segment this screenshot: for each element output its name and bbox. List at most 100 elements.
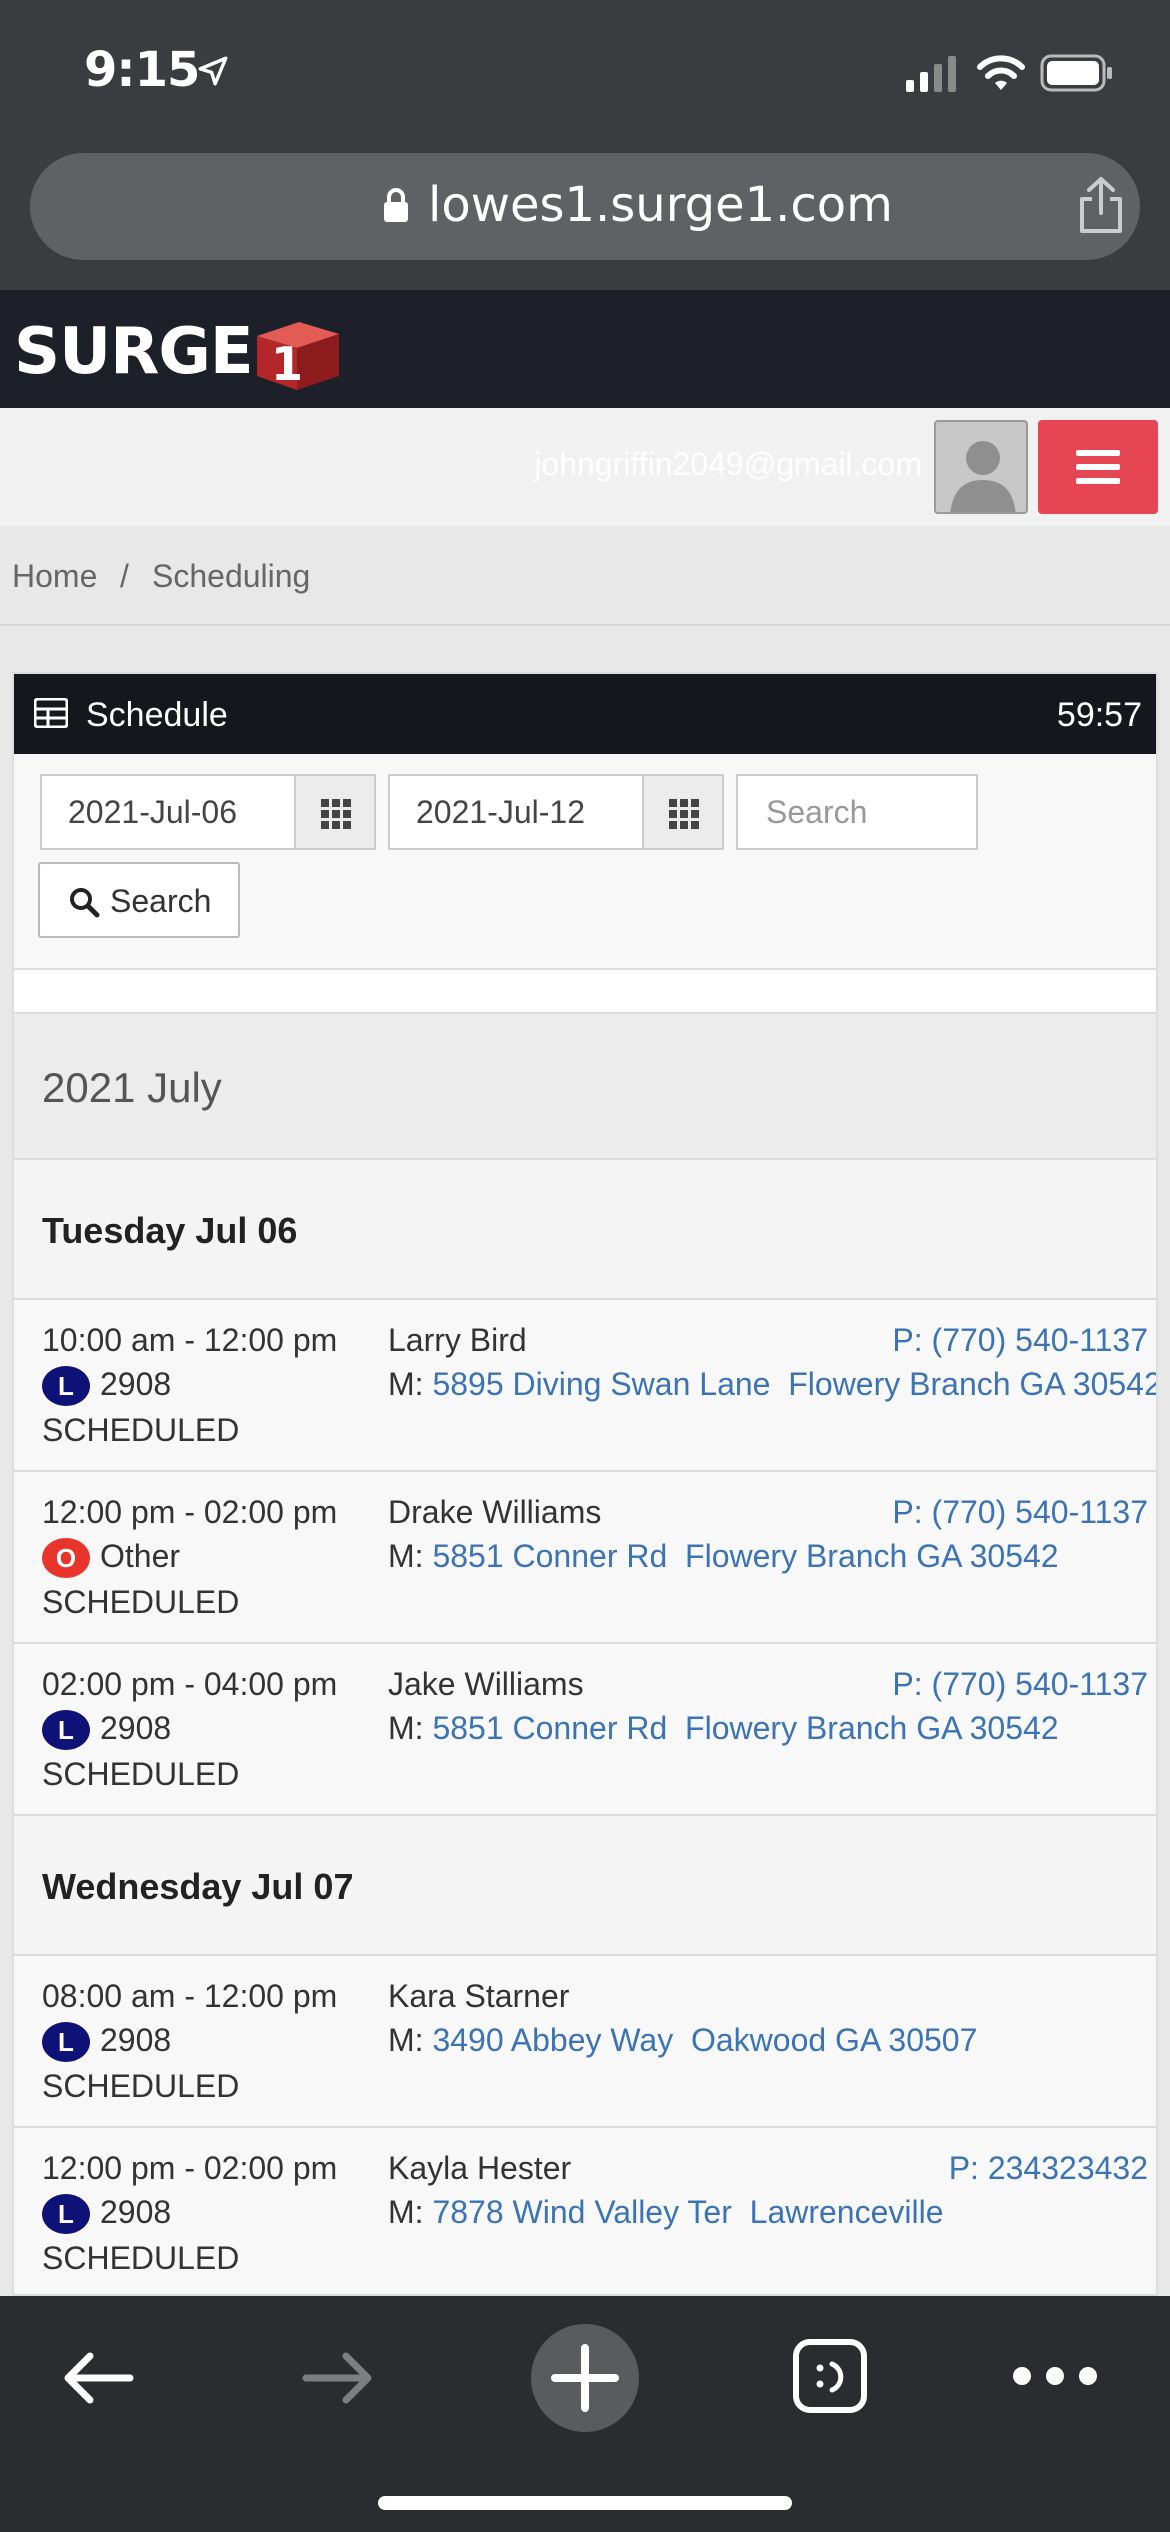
- share-icon[interactable]: [1074, 175, 1128, 235]
- appointment-time: 10:00 am - 12:00 pm: [42, 1322, 338, 1358]
- lock-icon: [384, 188, 408, 222]
- customer-address: M: 7878 Wind Valley Ter Lawrenceville: [388, 2194, 944, 2231]
- url-text: lowes1.surge1.com: [428, 177, 893, 233]
- browser-toolbar: [0, 2296, 1170, 2532]
- store-type-badge: L: [42, 1710, 90, 1750]
- city-link[interactable]: Oakwood GA 30507: [691, 2022, 977, 2058]
- city-link[interactable]: Flowery Branch GA 30542: [685, 1538, 1059, 1574]
- calendar-grid-icon: [321, 799, 351, 829]
- customer-phone-link[interactable]: P: (770) 540-1137: [892, 1494, 1148, 1531]
- day-header: Wednesday Jul 07: [14, 1816, 1156, 1956]
- customer-name: Larry Bird: [388, 1322, 527, 1358]
- end-date-picker-button[interactable]: [642, 774, 724, 850]
- appointment-time: 08:00 am - 12:00 pm: [42, 1978, 338, 2014]
- cell-signal-icon: [906, 56, 956, 92]
- street-link[interactable]: 5895 Diving Swan Lane: [432, 1366, 770, 1402]
- customer-phone-link[interactable]: P: (770) 540-1137: [892, 1322, 1148, 1359]
- grid-icon: [34, 698, 68, 728]
- calendar-grid-icon: [669, 799, 699, 829]
- logo-cube-icon: 1: [256, 322, 339, 391]
- address-prefix: M:: [388, 2194, 424, 2230]
- start-date-picker-button[interactable]: [294, 774, 376, 850]
- city-link[interactable]: Lawrenceville: [750, 2194, 944, 2230]
- breadcrumb-separator: /: [120, 558, 129, 594]
- street-link[interactable]: 3490 Abbey Way: [432, 2022, 673, 2058]
- breadcrumb-home[interactable]: Home: [12, 558, 97, 595]
- day-header: Tuesday Jul 06: [14, 1160, 1156, 1300]
- store-label: Other: [100, 1538, 181, 1574]
- search-input[interactable]: Search: [736, 774, 978, 850]
- customer-name: Jake Williams: [388, 1666, 584, 1702]
- appointment-row[interactable]: 10:00 am - 12:00 pm L 2908 SCHEDULED Lar…: [14, 1300, 1156, 1472]
- appointment-time: 12:00 pm - 02:00 pm: [42, 1494, 338, 1530]
- month-label: 2021 July: [42, 1064, 222, 1111]
- panel-header: Schedule 59:57: [14, 674, 1156, 754]
- logo-text: SURGE: [14, 315, 254, 389]
- appointment-status: SCHEDULED: [42, 1756, 240, 1792]
- appointment-time: 12:00 pm - 02:00 pm: [42, 2150, 338, 2186]
- more-options-icon[interactable]: [1010, 2358, 1100, 2394]
- address-prefix: M:: [388, 1538, 424, 1574]
- search-icon: [70, 888, 100, 918]
- customer-address: M: 3490 Abbey Way Oakwood GA 30507: [388, 2022, 977, 2059]
- new-tab-button[interactable]: [531, 2324, 639, 2432]
- start-date-input[interactable]: 2021-Jul-06: [40, 774, 296, 850]
- address-prefix: M:: [388, 1710, 424, 1746]
- appointment-status: SCHEDULED: [42, 2240, 240, 2276]
- appointment-row[interactable]: 12:00 pm - 02:00 pm O Other SCHEDULED Dr…: [14, 1472, 1156, 1644]
- wifi-icon: [977, 55, 1025, 90]
- store-type-badge: O: [42, 1538, 90, 1578]
- customer-name: Drake Williams: [388, 1494, 602, 1530]
- customer-address: M: 5851 Conner Rd Flowery Branch GA 3054…: [388, 1710, 1059, 1747]
- panel-title: Schedule: [86, 696, 228, 734]
- store-label: 2908: [100, 1710, 172, 1746]
- breadcrumb-current: Scheduling: [152, 558, 311, 594]
- location-arrow-icon: [198, 56, 228, 86]
- street-link[interactable]: 7878 Wind Valley Ter: [432, 2194, 731, 2230]
- appointment-row[interactable]: 12:00 pm - 02:00 pm L 2908 SCHEDULED Kay…: [14, 2128, 1156, 2294]
- session-timer: 59:57: [1056, 696, 1142, 734]
- appointment-time: 02:00 pm - 04:00 pm: [42, 1666, 338, 1702]
- store-type-badge: L: [42, 2194, 90, 2234]
- user-silhouette-icon: [950, 441, 1016, 512]
- forward-arrow-icon[interactable]: [296, 2336, 380, 2420]
- end-date-input[interactable]: 2021-Jul-12: [388, 774, 644, 850]
- user-email: johngriffin2049@gmail.com: [534, 446, 922, 482]
- home-indicator: [378, 2496, 792, 2510]
- surge1-logo[interactable]: SURGE 1: [14, 312, 343, 392]
- store-type-badge: L: [42, 2022, 90, 2062]
- street-link[interactable]: 5851 Conner Rd: [432, 1538, 667, 1574]
- street-link[interactable]: 5851 Conner Rd: [432, 1710, 667, 1746]
- avatar[interactable]: [934, 420, 1028, 514]
- customer-phone-link[interactable]: P: 234323432: [949, 2150, 1148, 2187]
- store-label: 2908: [100, 1366, 172, 1402]
- site-header: SURGE 1: [0, 290, 1170, 408]
- appointment-row[interactable]: 08:00 am - 12:00 pm L 2908 SCHEDULED Kar…: [14, 1956, 1156, 2128]
- appointment-status: SCHEDULED: [42, 1584, 240, 1620]
- city-link[interactable]: Flowery Branch GA 30542: [788, 1366, 1156, 1402]
- search-button-label: Search: [110, 883, 212, 919]
- url-bar[interactable]: lowes1.surge1.com: [30, 153, 1140, 260]
- appointment-status: SCHEDULED: [42, 1412, 240, 1448]
- menu-bar: [1076, 450, 1120, 456]
- customer-name: Kara Starner: [388, 1978, 570, 2014]
- address-prefix: M:: [388, 1366, 424, 1402]
- appointment-row[interactable]: 02:00 pm - 04:00 pm L 2908 SCHEDULED Jak…: [14, 1644, 1156, 1816]
- day-label: Tuesday Jul 06: [42, 1210, 298, 1251]
- customer-address: M: 5851 Conner Rd Flowery Branch GA 3054…: [388, 1538, 1059, 1575]
- customer-phone-link[interactable]: P: (770) 540-1137: [892, 1666, 1148, 1703]
- menu-bar: [1076, 464, 1120, 470]
- store-label: 2908: [100, 2022, 172, 2058]
- appointment-status: SCHEDULED: [42, 2068, 240, 2104]
- search-button[interactable]: Search: [38, 862, 240, 938]
- address-prefix: M:: [388, 2022, 424, 2058]
- back-arrow-icon[interactable]: [56, 2336, 140, 2420]
- schedule-panel: Schedule 59:57 2021-Jul-06 2021-Jul-12 S…: [12, 672, 1158, 2296]
- tabs-switcher-icon[interactable]: [790, 2336, 870, 2416]
- battery-icon: [1040, 54, 1112, 92]
- ios-top-bar: 9:15 lowes1.surge1.com: [0, 0, 1170, 290]
- plus-icon: [551, 2344, 619, 2412]
- divider-strip: [14, 968, 1156, 1014]
- hamburger-menu-button[interactable]: [1038, 420, 1158, 514]
- city-link[interactable]: Flowery Branch GA 30542: [685, 1710, 1059, 1746]
